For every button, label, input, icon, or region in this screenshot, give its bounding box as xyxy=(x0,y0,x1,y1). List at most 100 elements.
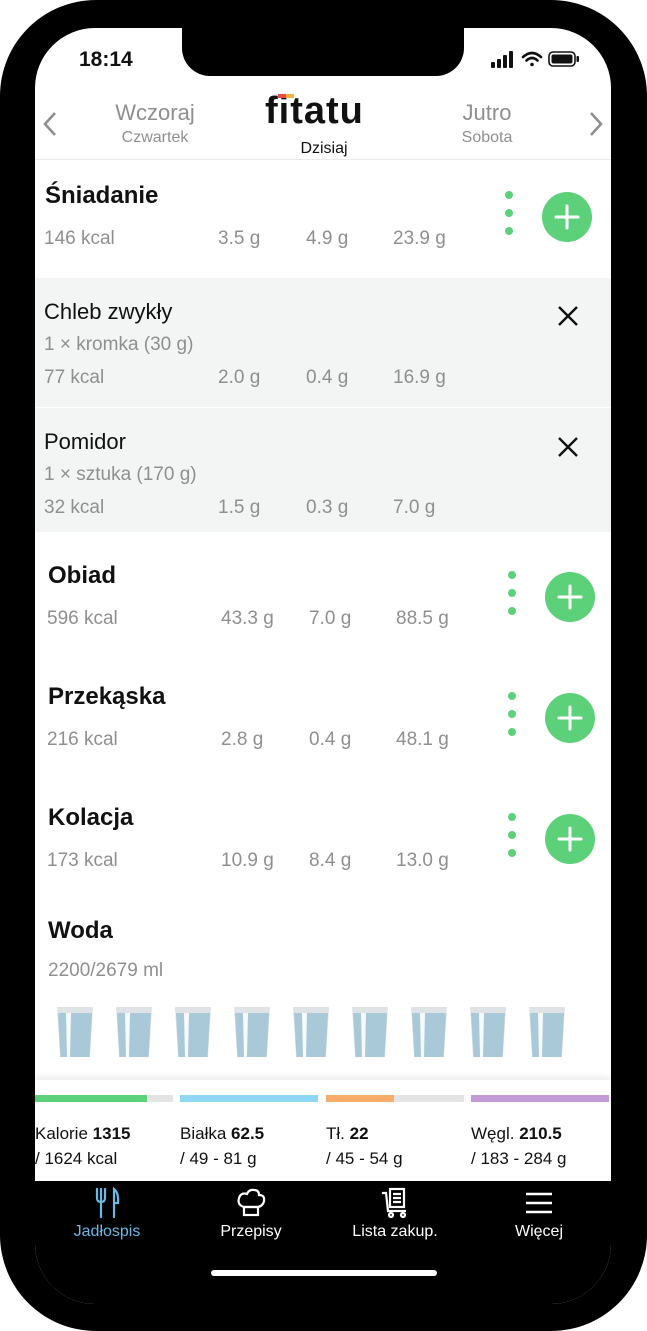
food-fat: 0.3 g xyxy=(306,497,349,518)
meal-carbs: 48.1 g xyxy=(396,729,449,750)
add-meal-item-button[interactable] xyxy=(542,192,592,242)
plus-icon xyxy=(554,204,580,230)
meal-carbs: 88.5 g xyxy=(396,608,449,629)
meal-carbs: 13.0 g xyxy=(396,850,449,871)
bottom-tab-bar: Jadłospis Przepisy Lista zakup. Więcej xyxy=(35,1181,611,1304)
meal-kcal: 146 kcal xyxy=(44,228,115,249)
food-carbs: 16.9 g xyxy=(393,367,446,388)
calories-progress-bar xyxy=(35,1095,147,1102)
water-glass-icon[interactable] xyxy=(468,1007,508,1057)
water-glass-icon[interactable] xyxy=(173,1007,213,1057)
water-value: 2200/2679 ml xyxy=(48,960,164,981)
add-meal-item-button[interactable] xyxy=(545,814,595,864)
chef-hat-icon xyxy=(237,1188,266,1217)
summary-carbs: Węgl. 210.5 / 183 - 284 g xyxy=(471,1080,611,1180)
meal-protein: 3.5 g xyxy=(218,228,261,249)
more-options-icon[interactable] xyxy=(508,571,516,625)
water-glass-icon[interactable] xyxy=(232,1007,272,1057)
prev-day[interactable]: Wczoraj Czwartek xyxy=(95,100,215,147)
chevron-right-icon[interactable] xyxy=(586,110,606,138)
carbs-progress-bar xyxy=(471,1095,609,1102)
more-options-icon[interactable] xyxy=(505,191,513,245)
fitatu-logo: fitatu xyxy=(265,90,364,132)
tab-label: Lista zakup. xyxy=(352,1223,438,1240)
food-protein: 2.0 g xyxy=(218,367,261,388)
app-screen: 18:14 Wczoraj Czwartek fitatu Dzisiaj Ju… xyxy=(35,28,611,1304)
tab-przepisy[interactable]: Przepisy xyxy=(179,1181,323,1256)
water-glass-icon[interactable] xyxy=(291,1007,331,1057)
close-icon[interactable] xyxy=(554,433,582,461)
summary-calories: Kalorie 1315 / 1624 kcal xyxy=(35,1080,179,1180)
meal-snack[interactable]: Przekąska 216 kcal 2.8 g 0.4 g 48.1 g xyxy=(35,653,611,773)
meal-fat: 8.4 g xyxy=(309,850,352,871)
meal-title: Kolacja xyxy=(48,804,134,831)
food-protein: 1.5 g xyxy=(218,497,261,518)
meal-fat: 4.9 g xyxy=(306,228,349,249)
shopping-cart-icon xyxy=(382,1187,407,1219)
protein-progress-bar xyxy=(180,1095,318,1102)
device-notch xyxy=(182,28,464,76)
meal-protein: 10.9 g xyxy=(221,850,274,871)
today-label: Dzisiaj xyxy=(300,140,348,157)
food-item[interactable]: Chleb zwykły 1 × kromka (30 g) 77 kcal 2… xyxy=(35,278,611,407)
food-fat: 0.4 g xyxy=(306,367,349,388)
meal-breakfast[interactable]: Śniadanie 146 kcal 3.5 g 4.9 g 23.9 g xyxy=(35,160,611,278)
water-glass-icon[interactable] xyxy=(350,1007,390,1057)
summary-protein: Białka 62.5 / 49 - 81 g xyxy=(180,1080,324,1180)
wifi-icon xyxy=(521,51,543,67)
next-day[interactable]: Jutro Sobota xyxy=(437,100,537,147)
signal-icon xyxy=(491,51,513,68)
summary-fat: Tł. 22 / 45 - 54 g xyxy=(326,1080,470,1180)
tab-label: Jadłospis xyxy=(73,1223,141,1240)
water-glass-icon[interactable] xyxy=(55,1007,95,1057)
food-portion: 1 × sztuka (170 g) xyxy=(44,464,197,485)
food-name: Pomidor xyxy=(44,429,126,454)
plus-icon xyxy=(557,705,583,731)
meal-carbs: 23.9 g xyxy=(393,228,446,249)
water-glass-icon[interactable] xyxy=(527,1007,567,1057)
meal-fat: 0.4 g xyxy=(309,729,352,750)
menu-icon xyxy=(526,1192,552,1214)
home-indicator xyxy=(211,1270,437,1276)
meal-kcal: 216 kcal xyxy=(47,729,118,750)
fat-progress-bar xyxy=(326,1095,394,1102)
status-time: 18:14 xyxy=(79,48,133,71)
tab-wiecej[interactable]: Więcej xyxy=(467,1181,611,1256)
chevron-left-icon[interactable] xyxy=(40,110,60,138)
water-glass-icon[interactable] xyxy=(114,1007,154,1057)
meal-lunch[interactable]: Obiad 596 kcal 43.3 g 7.0 g 88.5 g xyxy=(35,532,611,652)
meal-title: Przekąska xyxy=(48,683,166,710)
tab-jadlospis[interactable]: Jadłospis xyxy=(35,1181,179,1256)
meal-kcal: 173 kcal xyxy=(47,850,118,871)
add-meal-item-button[interactable] xyxy=(545,693,595,743)
daily-summary: Kalorie 1315 / 1624 kcal Białka 62.5 / 4… xyxy=(35,1080,611,1181)
phone-frame: 18:14 Wczoraj Czwartek fitatu Dzisiaj Ju… xyxy=(0,0,647,1331)
meal-dinner[interactable]: Kolacja 173 kcal 10.9 g 8.4 g 13.0 g xyxy=(35,774,611,894)
meal-protein: 43.3 g xyxy=(221,608,274,629)
more-options-icon[interactable] xyxy=(508,813,516,867)
meal-kcal: 596 kcal xyxy=(47,608,118,629)
tab-lista-zakupow[interactable]: Lista zakup. xyxy=(323,1181,467,1256)
tab-label: Więcej xyxy=(514,1223,563,1240)
tab-label: Przepisy xyxy=(220,1223,282,1240)
plus-icon xyxy=(557,826,583,852)
food-name: Chleb zwykły xyxy=(44,299,173,324)
plus-icon xyxy=(557,584,583,610)
meal-title: Śniadanie xyxy=(45,182,159,209)
water-title: Woda xyxy=(48,917,113,944)
food-carbs: 7.0 g xyxy=(393,497,436,518)
fork-knife-icon xyxy=(95,1187,120,1219)
food-kcal: 32 kcal xyxy=(44,497,105,518)
close-icon[interactable] xyxy=(554,302,582,330)
food-kcal: 77 kcal xyxy=(44,367,105,388)
meal-title: Obiad xyxy=(48,562,117,589)
meal-protein: 2.8 g xyxy=(221,729,264,750)
food-item[interactable]: Pomidor 1 × sztuka (170 g) 32 kcal 1.5 g… xyxy=(35,408,611,532)
meal-fat: 7.0 g xyxy=(309,608,352,629)
more-options-icon[interactable] xyxy=(508,692,516,746)
water-glass-icon[interactable] xyxy=(409,1007,449,1057)
add-meal-item-button[interactable] xyxy=(545,572,595,622)
food-portion: 1 × kromka (30 g) xyxy=(44,334,194,355)
battery-icon xyxy=(548,51,579,67)
status-icons xyxy=(491,50,581,73)
